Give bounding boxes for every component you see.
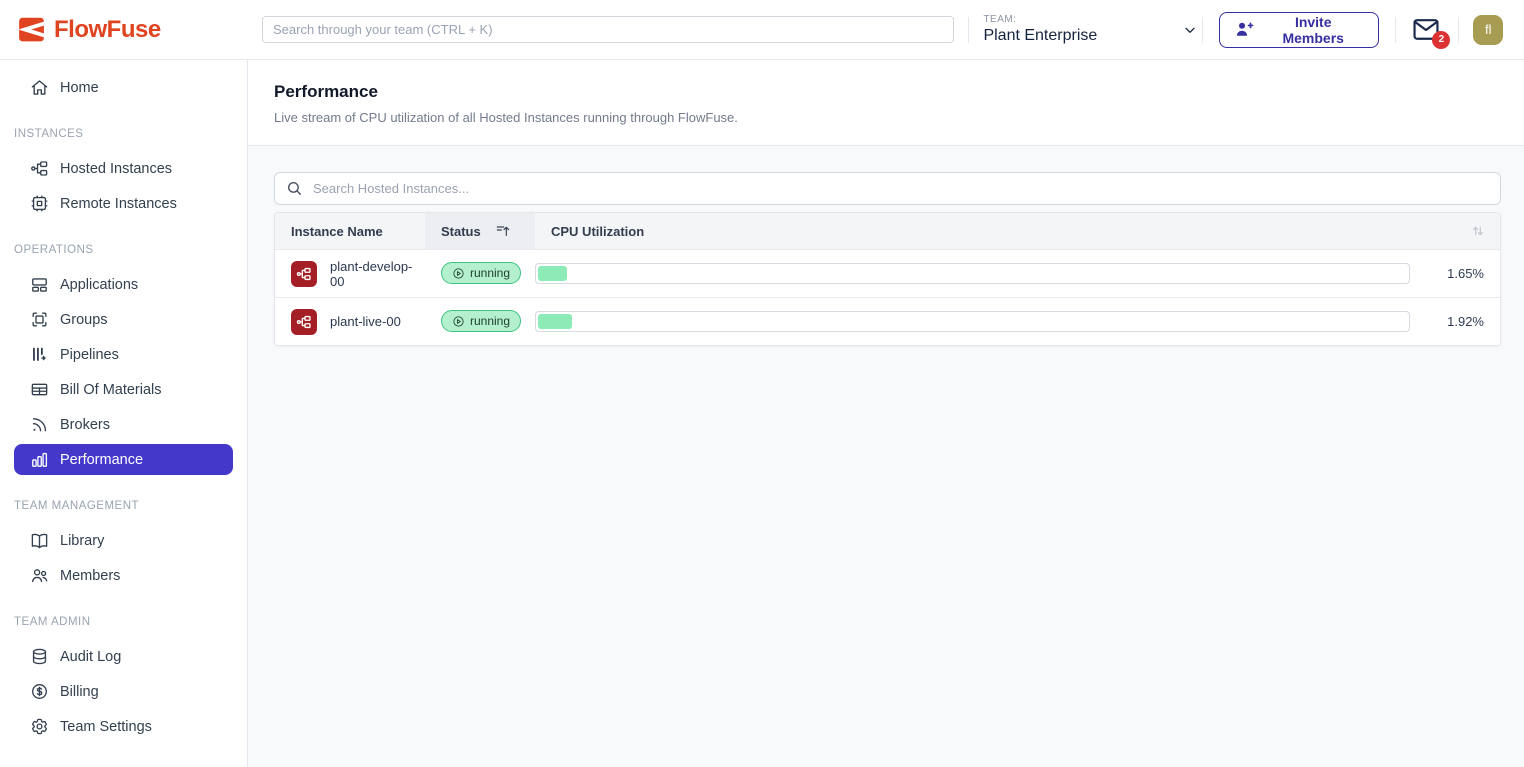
- invite-members-label: Invite Members: [1263, 14, 1363, 46]
- team-search-input[interactable]: [262, 16, 954, 43]
- sidebar-section-instances: INSTANCES: [0, 105, 247, 151]
- sidebar-item-hosted-instances[interactable]: Hosted Instances: [0, 151, 247, 186]
- cpu-utilization-value: 1.65%: [1420, 266, 1500, 281]
- sidebar-item-label: Hosted Instances: [60, 161, 172, 177]
- top-navbar: FlowFuse TEAM: Plant Enterprise Invite M…: [0, 0, 1524, 60]
- instance-icon: [291, 261, 317, 287]
- table-header-row: Instance Name Status CPU Utilization: [275, 213, 1500, 249]
- divider: [1202, 17, 1203, 43]
- invite-members-button[interactable]: Invite Members: [1219, 12, 1379, 48]
- table-row[interactable]: plant-develop-00 running: [275, 249, 1500, 297]
- groups-icon: [30, 310, 49, 329]
- sidebar-item-groups[interactable]: Groups: [0, 302, 247, 337]
- applications-icon: [30, 275, 49, 294]
- divider: [1395, 17, 1396, 43]
- sidebar-item-label: Performance: [60, 452, 143, 468]
- sidebar-item-label: Library: [60, 533, 104, 549]
- sidebar-item-applications[interactable]: Applications: [0, 267, 247, 302]
- sidebar-item-label: Bill Of Materials: [60, 382, 162, 398]
- cpu-utilization-bar: [535, 311, 1410, 332]
- sidebar-item-label: Team Settings: [60, 719, 152, 735]
- sidebar-item-label: Pipelines: [60, 347, 119, 363]
- members-icon: [30, 566, 49, 585]
- notifications-button[interactable]: 2: [1412, 18, 1440, 42]
- team-label: TEAM:: [983, 14, 1097, 25]
- sidebar-item-label: Brokers: [60, 417, 110, 433]
- column-header-status[interactable]: Status: [425, 213, 535, 249]
- sidebar-section-team-admin: TEAM ADMIN: [0, 593, 247, 639]
- instances-table: Instance Name Status CPU Utilization: [274, 212, 1501, 346]
- sidebar: Home INSTANCES Hosted Instances Rem: [0, 60, 248, 767]
- team-name: Plant Enterprise: [983, 27, 1097, 45]
- page-title: Performance: [274, 82, 1498, 102]
- cpu-utilization-fill: [538, 266, 567, 281]
- cpu-utilization-bar: [535, 263, 1410, 284]
- remote-instances-icon: [30, 194, 49, 213]
- user-plus-icon: [1235, 20, 1254, 39]
- sort-arrows-up-down-icon[interactable]: [1470, 223, 1486, 239]
- sidebar-item-label: Audit Log: [60, 649, 121, 665]
- sidebar-item-label: Remote Instances: [60, 196, 177, 212]
- team-selector[interactable]: TEAM: Plant Enterprise: [983, 14, 1202, 45]
- search-icon: [286, 180, 303, 197]
- page-subtitle: Live stream of CPU utilization of all Ho…: [274, 110, 1498, 125]
- status-label: running: [470, 266, 510, 280]
- sidebar-item-bill-of-materials[interactable]: Bill Of Materials: [0, 372, 247, 407]
- flowfuse-logo-icon: [18, 16, 45, 43]
- audit-log-icon: [30, 647, 49, 666]
- sidebar-item-pipelines[interactable]: Pipelines: [0, 337, 247, 372]
- pipelines-icon: [30, 345, 49, 364]
- status-badge: running: [441, 310, 521, 332]
- sidebar-item-label: Members: [60, 568, 120, 584]
- table-row[interactable]: plant-live-00 running: [275, 297, 1500, 345]
- brokers-icon: [30, 415, 49, 434]
- library-icon: [30, 531, 49, 550]
- status-badge: running: [441, 262, 521, 284]
- notification-badge: 2: [1432, 31, 1450, 49]
- sidebar-item-audit-log[interactable]: Audit Log: [0, 639, 247, 674]
- home-icon: [30, 78, 49, 97]
- app-window: FlowFuse TEAM: Plant Enterprise Invite M…: [0, 0, 1524, 767]
- column-header-cpu-utilization: CPU Utilization: [535, 213, 1420, 249]
- billing-icon: [30, 682, 49, 701]
- column-header-status-label: Status: [441, 224, 481, 239]
- sidebar-item-brokers[interactable]: Brokers: [0, 407, 247, 442]
- column-header-instance-name: Instance Name: [275, 213, 425, 249]
- sidebar-item-team-settings[interactable]: Team Settings: [0, 709, 247, 744]
- sidebar-item-billing[interactable]: Billing: [0, 674, 247, 709]
- divider: [1458, 17, 1459, 43]
- instance-icon: [291, 309, 317, 335]
- sidebar-item-label: Home: [60, 80, 99, 96]
- chevron-down-icon[interactable]: [1182, 22, 1198, 38]
- instance-search-input[interactable]: [274, 172, 1501, 205]
- sidebar-item-label: Groups: [60, 312, 108, 328]
- sidebar-item-home[interactable]: Home: [0, 70, 247, 105]
- hosted-instances-icon: [30, 159, 49, 178]
- cpu-utilization-fill: [538, 314, 572, 329]
- gear-icon: [30, 717, 49, 736]
- sidebar-item-performance[interactable]: Performance: [14, 444, 233, 475]
- play-circle-icon: [452, 315, 465, 328]
- sidebar-item-label: Billing: [60, 684, 99, 700]
- page-header: Performance Live stream of CPU utilizati…: [248, 60, 1524, 146]
- sidebar-item-members[interactable]: Members: [0, 558, 247, 593]
- instance-name: plant-live-00: [330, 314, 401, 329]
- sidebar-item-library[interactable]: Library: [0, 523, 247, 558]
- bill-of-materials-icon: [30, 380, 49, 399]
- sort-bars-arrow-up-icon: [495, 223, 511, 239]
- avatar[interactable]: fl: [1473, 15, 1503, 45]
- brand-name: FlowFuse: [54, 16, 161, 44]
- main-content: Performance Live stream of CPU utilizati…: [248, 60, 1524, 767]
- divider: [968, 17, 969, 43]
- play-circle-icon: [452, 267, 465, 280]
- brand-logo[interactable]: FlowFuse: [0, 16, 248, 44]
- sidebar-section-team-management: TEAM MANAGEMENT: [0, 477, 247, 523]
- cpu-utilization-value: 1.92%: [1420, 314, 1500, 329]
- sidebar-section-operations: OPERATIONS: [0, 221, 247, 267]
- sidebar-item-remote-instances[interactable]: Remote Instances: [0, 186, 247, 221]
- status-label: running: [470, 314, 510, 328]
- instance-name: plant-develop-00: [330, 259, 425, 289]
- sidebar-item-label: Applications: [60, 277, 138, 293]
- performance-icon: [30, 450, 49, 469]
